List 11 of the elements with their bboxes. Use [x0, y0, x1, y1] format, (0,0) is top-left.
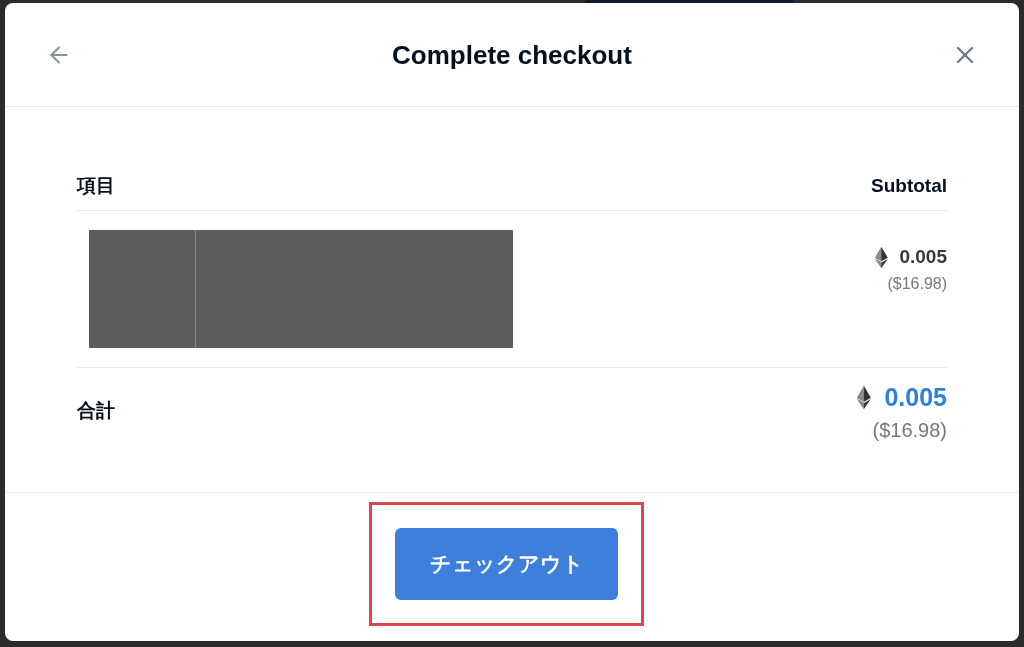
- item-price: 0.005: [899, 245, 947, 269]
- column-header: 項目: [77, 174, 115, 198]
- item-usd-price: ($16.98): [887, 274, 947, 294]
- dialog-title: Complete checkout: [392, 38, 632, 71]
- ethereum-icon: [857, 385, 872, 409]
- total-price: 0.005: [884, 382, 947, 412]
- total-usd-price: ($16.98): [872, 418, 947, 443]
- checkout-button[interactable]: チェックアウト: [395, 528, 618, 600]
- column-header: Subtotal: [871, 174, 947, 198]
- total-label: 合計: [77, 399, 115, 423]
- ethereum-icon: [875, 246, 889, 268]
